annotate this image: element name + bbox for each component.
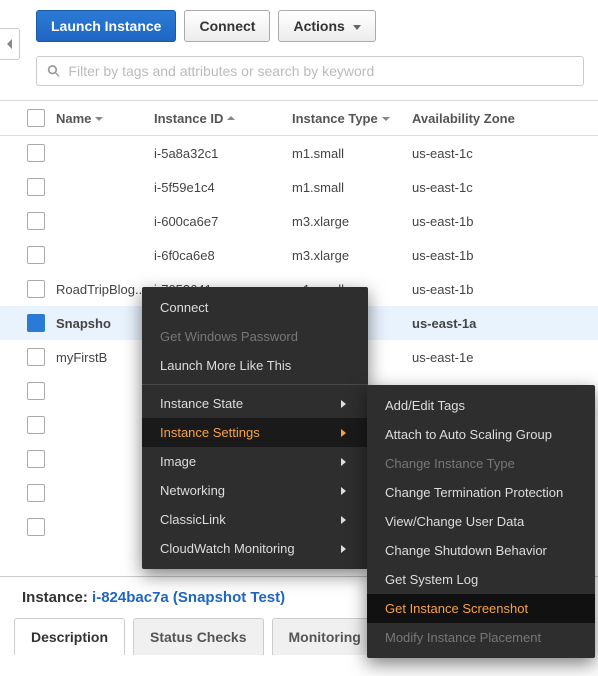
menu-separator — [142, 384, 368, 385]
cell-instance-type: m1.small — [292, 146, 412, 161]
collapse-sidebar-handle[interactable] — [0, 28, 20, 60]
row-checkbox[interactable] — [27, 484, 45, 502]
menu-cloudwatch[interactable]: CloudWatch Monitoring — [142, 534, 368, 563]
cell-instance-id: i-600ca6e7 — [154, 214, 292, 229]
chevron-right-icon — [341, 429, 346, 437]
row-checkbox[interactable] — [27, 178, 45, 196]
instance-settings-submenu: Add/Edit Tags Attach to Auto Scaling Gro… — [367, 385, 595, 658]
menu-connect[interactable]: Connect — [142, 293, 368, 322]
table-row[interactable]: i-600ca6e7m3.xlargeus-east-1b — [0, 204, 598, 238]
launch-instance-button[interactable]: Launch Instance — [36, 10, 176, 42]
row-checkbox[interactable] — [27, 348, 45, 366]
row-checkbox[interactable] — [27, 314, 45, 332]
chevron-right-icon — [341, 487, 346, 495]
table-row[interactable]: i-5f59e1c4m1.smallus-east-1c — [0, 170, 598, 204]
chevron-right-icon — [341, 516, 346, 524]
cell-availability-zone: us-east-1a — [412, 316, 542, 331]
submenu-modify-placement: Modify Instance Placement — [367, 623, 595, 652]
col-instance-type[interactable]: Instance Type — [292, 111, 412, 126]
submenu-termination-protection[interactable]: Change Termination Protection — [367, 478, 595, 507]
table-header: Name Instance ID Instance Type Availabil… — [0, 101, 598, 136]
search-input[interactable] — [68, 63, 573, 79]
cell-name: RoadTripBlog... — [56, 282, 154, 297]
submenu-user-data[interactable]: View/Change User Data — [367, 507, 595, 536]
chevron-right-icon — [341, 458, 346, 466]
cell-availability-zone: us-east-1e — [412, 350, 542, 365]
row-checkbox[interactable] — [27, 212, 45, 230]
cell-availability-zone: us-east-1c — [412, 180, 542, 195]
menu-get-windows-password: Get Windows Password — [142, 322, 368, 351]
submenu-shutdown-behavior[interactable]: Change Shutdown Behavior — [367, 536, 595, 565]
menu-instance-settings[interactable]: Instance Settings — [142, 418, 368, 447]
menu-networking[interactable]: Networking — [142, 476, 368, 505]
table-row[interactable]: i-6f0ca6e8m3.xlargeus-east-1b — [0, 238, 598, 272]
actions-button[interactable]: Actions — [278, 10, 375, 42]
cell-instance-type: m1.small — [292, 180, 412, 195]
context-menu: Connect Get Windows Password Launch More… — [142, 287, 368, 569]
cell-instance-id: i-5f59e1c4 — [154, 180, 292, 195]
row-checkbox[interactable] — [27, 518, 45, 536]
cell-availability-zone: us-east-1b — [412, 214, 542, 229]
actions-label: Actions — [293, 18, 344, 34]
submenu-add-edit-tags[interactable]: Add/Edit Tags — [367, 391, 595, 420]
row-checkbox[interactable] — [27, 144, 45, 162]
col-availability-zone[interactable]: Availability Zone — [412, 111, 542, 126]
cell-availability-zone: us-east-1c — [412, 146, 542, 161]
menu-classiclink[interactable]: ClassicLink — [142, 505, 368, 534]
connect-button[interactable]: Connect — [184, 10, 270, 42]
search-icon — [47, 64, 60, 78]
tab-status-checks[interactable]: Status Checks — [133, 618, 263, 655]
chevron-down-icon — [353, 25, 361, 30]
tab-monitoring[interactable]: Monitoring — [272, 618, 378, 655]
row-checkbox[interactable] — [27, 280, 45, 298]
cell-name: myFirstB — [56, 350, 154, 365]
detail-instance-link[interactable]: i-824bac7a (Snapshot Test) — [92, 589, 285, 606]
submenu-get-instance-screenshot[interactable]: Get Instance Screenshot — [367, 594, 595, 623]
cell-availability-zone: us-east-1b — [412, 282, 542, 297]
cell-name: Snapsho — [56, 316, 154, 331]
row-checkbox[interactable] — [27, 416, 45, 434]
chevron-right-icon — [341, 400, 346, 408]
cell-instance-type: m3.xlarge — [292, 214, 412, 229]
chevron-right-icon — [341, 545, 346, 553]
cell-instance-type: m3.xlarge — [292, 248, 412, 263]
menu-launch-more[interactable]: Launch More Like This — [142, 351, 368, 380]
menu-instance-state[interactable]: Instance State — [142, 389, 368, 418]
row-checkbox[interactable] — [27, 246, 45, 264]
detail-label: Instance: — [22, 589, 88, 606]
cell-availability-zone: us-east-1b — [412, 248, 542, 263]
col-instance-id[interactable]: Instance ID — [154, 111, 292, 126]
cell-instance-id: i-5a8a32c1 — [154, 146, 292, 161]
menu-image[interactable]: Image — [142, 447, 368, 476]
toolbar: Launch Instance Connect Actions — [0, 0, 598, 52]
tab-description[interactable]: Description — [14, 618, 125, 655]
select-all-checkbox[interactable] — [27, 109, 45, 127]
search-bar[interactable] — [36, 56, 584, 86]
cell-instance-id: i-6f0ca6e8 — [154, 248, 292, 263]
row-checkbox[interactable] — [27, 382, 45, 400]
submenu-get-system-log[interactable]: Get System Log — [367, 565, 595, 594]
submenu-change-instance-type: Change Instance Type — [367, 449, 595, 478]
col-name[interactable]: Name — [56, 111, 154, 126]
row-checkbox[interactable] — [27, 450, 45, 468]
table-row[interactable]: i-5a8a32c1m1.smallus-east-1c — [0, 136, 598, 170]
submenu-attach-asg[interactable]: Attach to Auto Scaling Group — [367, 420, 595, 449]
